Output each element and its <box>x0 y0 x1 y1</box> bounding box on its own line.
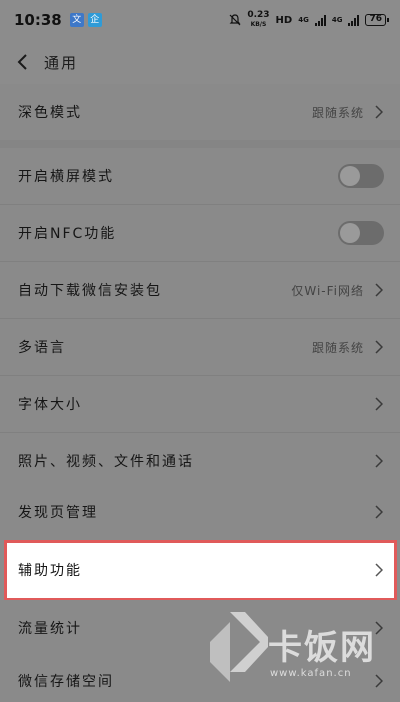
signal-bars-2-icon <box>348 14 360 26</box>
signal-bars-1-icon <box>314 14 326 26</box>
network-speed-unit: KB/S <box>250 21 267 28</box>
chevron-right-icon <box>374 563 384 577</box>
chevron-right-icon <box>374 283 384 297</box>
setting-label: 辅助功能 <box>18 563 82 579</box>
setting-value: 跟随系统 <box>311 105 364 120</box>
qq-notification-icon: 企 <box>87 13 102 27</box>
watermark: 卡饭网 www.kafan.cn <box>200 602 400 702</box>
setting-label: 多语言 <box>18 340 66 356</box>
setting-landscape: 开启横屏模式 <box>0 148 400 204</box>
section-gap <box>0 140 400 148</box>
network-speed: 0.23 KB/S <box>247 11 269 29</box>
chevron-right-icon <box>374 454 384 468</box>
setting-label: 字体大小 <box>18 397 82 413</box>
chevron-right-icon <box>374 105 384 119</box>
network-type-1: 4G <box>298 16 309 24</box>
title-bar: 通用 <box>0 40 400 84</box>
setting-label: 自动下载微信安装包 <box>18 283 162 299</box>
page-title: 通用 <box>44 53 79 72</box>
status-bar: 10:38 文 企 0.23 KB/S HD 4G 4G 76 <box>0 0 400 40</box>
status-time: 10:38 <box>14 11 62 29</box>
setting-font-size[interactable]: 字体大小 <box>0 376 400 432</box>
setting-dark-mode[interactable]: 深色模式 跟随系统 <box>0 84 400 140</box>
setting-label: 发现页管理 <box>18 505 98 521</box>
setting-label: 开启横屏模式 <box>18 169 114 185</box>
network-speed-value: 0.23 <box>247 10 270 20</box>
setting-label: 微信存储空间 <box>18 674 114 690</box>
setting-discover[interactable]: 发现页管理 <box>0 484 400 540</box>
setting-accessibility[interactable]: 辅助功能 <box>0 542 400 598</box>
watermark-url: www.kafan.cn <box>270 668 352 679</box>
status-indicators: 0.23 KB/S HD 4G 4G 76 <box>229 11 389 29</box>
kafan-logo-icon <box>210 612 268 682</box>
setting-nfc: 开启NFC功能 <box>0 205 400 261</box>
setting-auto-download[interactable]: 自动下载微信安装包 仅Wi-Fi网络 <box>0 262 400 318</box>
setting-value: 仅Wi-Fi网络 <box>291 283 364 298</box>
setting-label: 开启NFC功能 <box>18 226 117 242</box>
chevron-right-icon <box>374 505 384 519</box>
chevron-right-icon <box>374 340 384 354</box>
nfc-toggle[interactable] <box>338 221 384 245</box>
back-button[interactable] <box>12 52 32 72</box>
toggle-knob <box>340 223 360 243</box>
setting-label: 深色模式 <box>18 105 82 121</box>
app-notification-icon: 文 <box>69 13 84 27</box>
chevron-right-icon <box>374 397 384 411</box>
setting-label: 流量统计 <box>18 621 82 637</box>
battery-indicator: 76 <box>365 14 389 26</box>
chevron-left-icon <box>17 54 27 70</box>
toggle-knob <box>340 166 360 186</box>
watermark-brand: 卡饭网 <box>268 628 376 668</box>
setting-language[interactable]: 多语言 跟随系统 <box>0 319 400 375</box>
mute-bell-icon <box>229 14 241 26</box>
landscape-toggle[interactable] <box>338 164 384 188</box>
network-type-2: 4G <box>331 16 343 24</box>
setting-media[interactable]: 照片、视频、文件和通话 <box>0 433 400 489</box>
setting-value: 跟随系统 <box>311 340 364 355</box>
hd-indicator: HD <box>275 14 293 26</box>
setting-label: 照片、视频、文件和通话 <box>18 454 194 470</box>
